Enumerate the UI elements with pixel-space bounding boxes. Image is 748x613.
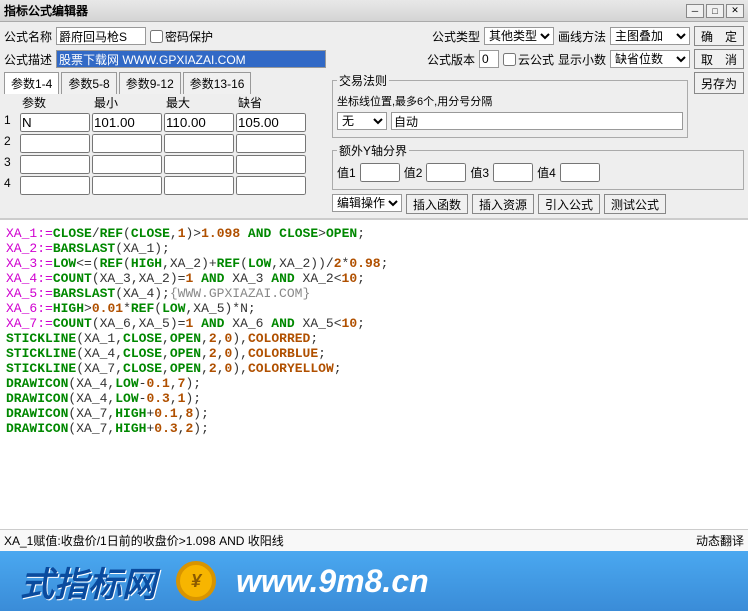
param-hdr: 参数: [20, 94, 90, 111]
import-button[interactable]: 引入公式: [538, 194, 600, 214]
maximize-icon[interactable]: □: [706, 4, 724, 18]
banner-text-1: 式指标网: [20, 557, 156, 606]
rule-input[interactable]: [391, 112, 683, 130]
titlebar: 指标公式编辑器 ─ □ ✕: [0, 0, 748, 22]
name-input[interactable]: [56, 27, 146, 45]
param-def-1[interactable]: [236, 113, 306, 132]
test-button[interactable]: 测试公式: [604, 194, 666, 214]
banner: 式指标网 ¥ www.9m8.cn: [0, 551, 748, 611]
close-icon[interactable]: ✕: [726, 4, 744, 18]
status-bar: XA_1赋值:收盘价/1日前的收盘价>1.098 AND 收阳线 动态翻译: [0, 529, 748, 551]
param-min-1[interactable]: [92, 113, 162, 132]
edit-select[interactable]: 编辑操作: [332, 194, 402, 212]
type-label: 公式类型: [432, 28, 480, 45]
code-editor[interactable]: XA_1:=CLOSE/REF(CLOSE,1)>1.098 AND CLOSE…: [0, 219, 748, 529]
param-hdr: 最大: [164, 94, 234, 111]
yaxis-legend: 额外Y轴分界: [337, 142, 409, 159]
coin-icon: ¥: [176, 561, 216, 601]
status-right: 动态翻译: [696, 532, 744, 549]
desc-input[interactable]: [56, 50, 326, 68]
insert-fn-button[interactable]: 插入函数: [406, 194, 468, 214]
draw-label: 画线方法: [558, 28, 606, 45]
tab-params-5-8[interactable]: 参数5-8: [61, 72, 116, 94]
yaxis-v1[interactable]: [360, 163, 400, 182]
saveas-button[interactable]: 另存为: [694, 72, 744, 94]
param-grid: 参数 最小 最大 缺省 1 2 3 4: [4, 94, 314, 195]
tab-params-1-4[interactable]: 参数1-4: [4, 72, 59, 94]
rule-legend: 交易法则: [337, 72, 389, 89]
insert-res-button[interactable]: 插入资源: [472, 194, 534, 214]
param-name-2[interactable]: [20, 134, 90, 153]
cloud-checkbox[interactable]: 云公式: [503, 51, 554, 68]
cancel-button[interactable]: 取 消: [694, 49, 744, 69]
ver-label: 公式版本: [427, 51, 475, 68]
param-tabs: 参数1-4 参数5-8 参数9-12 参数13-16: [4, 72, 314, 94]
status-left: XA_1赋值:收盘价/1日前的收盘价>1.098 AND 收阳线: [4, 532, 696, 549]
dec-select[interactable]: 缺省位数: [610, 50, 690, 68]
desc-label: 公式描述: [4, 51, 52, 68]
minimize-icon[interactable]: ─: [686, 4, 704, 18]
tab-params-9-12[interactable]: 参数9-12: [119, 72, 181, 94]
yaxis-v4[interactable]: [560, 163, 600, 182]
banner-text-2: www.9m8.cn: [236, 563, 429, 600]
param-name-1[interactable]: [20, 113, 90, 132]
rule-hint: 坐标线位置,最多6个,用分号分隔: [337, 93, 492, 109]
type-select[interactable]: 其他类型: [484, 27, 554, 45]
top-form: 公式名称 密码保护 公式类型 其他类型 画线方法 主图叠加 确 定 公式描述 公…: [0, 22, 748, 219]
dec-label: 显示小数: [558, 51, 606, 68]
param-name-4[interactable]: [20, 176, 90, 195]
param-hdr: 缺省: [236, 94, 306, 111]
draw-select[interactable]: 主图叠加: [610, 27, 690, 45]
yaxis-v3[interactable]: [493, 163, 533, 182]
ver-input[interactable]: [479, 50, 499, 68]
rule-select[interactable]: 无: [337, 112, 387, 130]
name-label: 公式名称: [4, 28, 52, 45]
param-name-3[interactable]: [20, 155, 90, 174]
ok-button[interactable]: 确 定: [694, 26, 744, 46]
yaxis-v2[interactable]: [426, 163, 466, 182]
window-title: 指标公式编辑器: [4, 2, 684, 19]
param-max-1[interactable]: [164, 113, 234, 132]
pwd-checkbox[interactable]: 密码保护: [150, 28, 213, 45]
param-hdr: 最小: [92, 94, 162, 111]
tab-params-13-16[interactable]: 参数13-16: [183, 72, 252, 94]
